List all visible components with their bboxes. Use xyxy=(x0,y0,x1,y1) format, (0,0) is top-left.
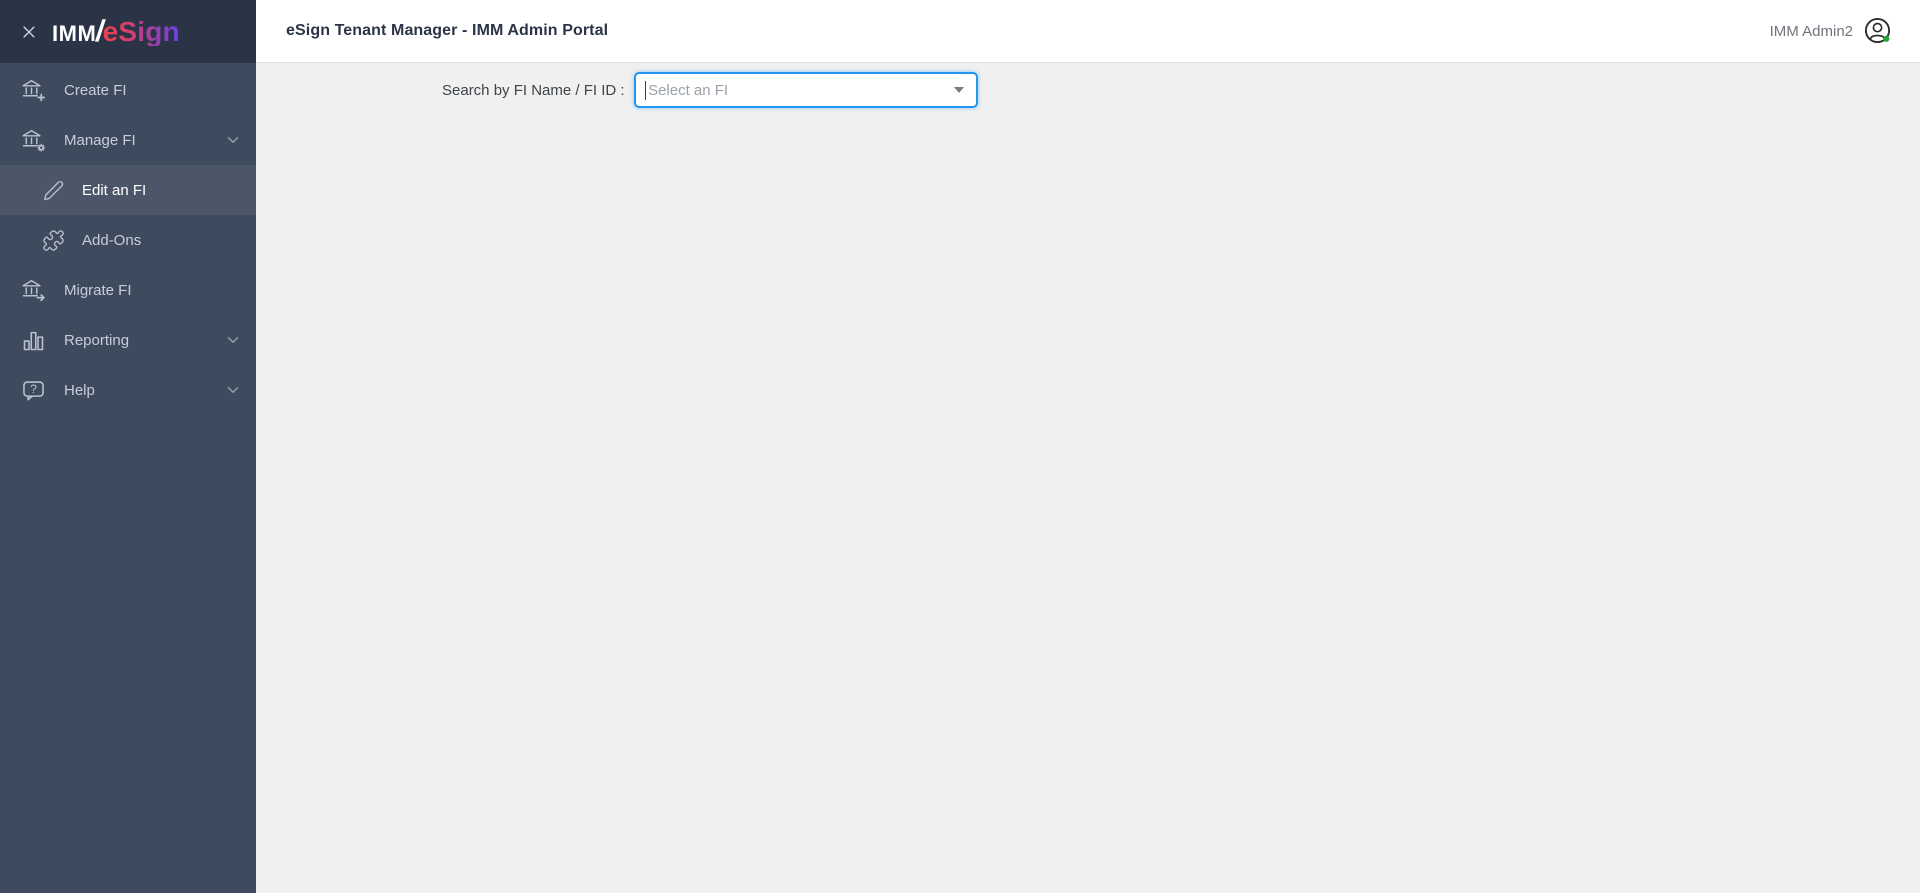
svg-text:?: ? xyxy=(30,381,37,395)
fi-select-combobox[interactable]: Select an FI xyxy=(633,72,978,108)
sidebar-item-label: Edit an FI xyxy=(82,181,147,199)
sidebar-item-manage-fi[interactable]: Manage FI xyxy=(0,115,256,165)
page-title: eSign Tenant Manager - IMM Admin Portal xyxy=(286,22,609,39)
main-area: Search by FI Name / FI ID : Select an FI xyxy=(256,63,1920,893)
sidebar-item-edit-an-fi[interactable]: Edit an FI xyxy=(0,165,256,215)
fi-search-row: Search by FI Name / FI ID : Select an FI xyxy=(442,72,1920,108)
sidebar-item-add-ons[interactable]: Add-Ons xyxy=(0,215,256,265)
sidebar-header: IMM / eSign xyxy=(0,0,256,63)
chevron-down-icon[interactable] xyxy=(224,381,242,399)
sidebar-item-migrate-fi[interactable]: Migrate FI xyxy=(0,265,256,315)
user-name: IMM Admin2 xyxy=(1769,22,1853,40)
bank-arrow-icon xyxy=(20,277,47,304)
bank-plus-icon xyxy=(20,77,47,104)
sidebar-item-label: Reporting xyxy=(64,331,130,349)
sidebar-item-reporting[interactable]: Reporting xyxy=(0,315,256,365)
search-fi-label: Search by FI Name / FI ID : xyxy=(442,81,625,99)
user-box: IMM Admin2 xyxy=(1770,15,1894,47)
sidebar-item-help[interactable]: ? Help xyxy=(0,365,256,415)
dropdown-arrow-icon[interactable] xyxy=(953,87,964,93)
close-icon[interactable] xyxy=(18,21,40,43)
sidebar-item-label: Help xyxy=(64,381,95,399)
text-cursor xyxy=(644,80,647,100)
fi-select-placeholder: Select an FI xyxy=(648,81,729,99)
sidebar-item-label: Add-Ons xyxy=(82,231,142,249)
sidebar-item-label: Migrate FI xyxy=(64,281,132,299)
sidebar-item-create-fi[interactable]: Create FI xyxy=(0,65,256,115)
chevron-down-icon[interactable] xyxy=(224,331,242,349)
logo-esign-text: eSign xyxy=(102,15,180,47)
user-avatar-icon[interactable] xyxy=(1862,15,1894,47)
imm-esign-logo: IMM / eSign xyxy=(52,15,180,48)
sidebar-item-label: Manage FI xyxy=(64,131,136,149)
pencil-icon xyxy=(42,179,65,202)
chevron-down-icon[interactable] xyxy=(224,131,242,149)
bank-gear-icon xyxy=(20,127,47,154)
sidebar: IMM / eSign Create FI Manage FI Edit an … xyxy=(0,0,256,893)
puzzle-icon xyxy=(42,229,65,252)
help-bubble-icon: ? xyxy=(20,377,47,404)
bar-chart-icon xyxy=(20,327,47,354)
sidebar-item-label: Create FI xyxy=(64,81,127,99)
sidebar-nav: Create FI Manage FI Edit an FI Add-Ons M… xyxy=(0,63,256,415)
content-column: eSign Tenant Manager - IMM Admin Portal … xyxy=(256,0,1920,893)
status-dot xyxy=(1883,35,1890,42)
logo-imm-text: IMM xyxy=(52,20,97,46)
app-root: IMM / eSign Create FI Manage FI Edit an … xyxy=(0,0,1920,893)
top-header: eSign Tenant Manager - IMM Admin Portal … xyxy=(256,0,1920,63)
